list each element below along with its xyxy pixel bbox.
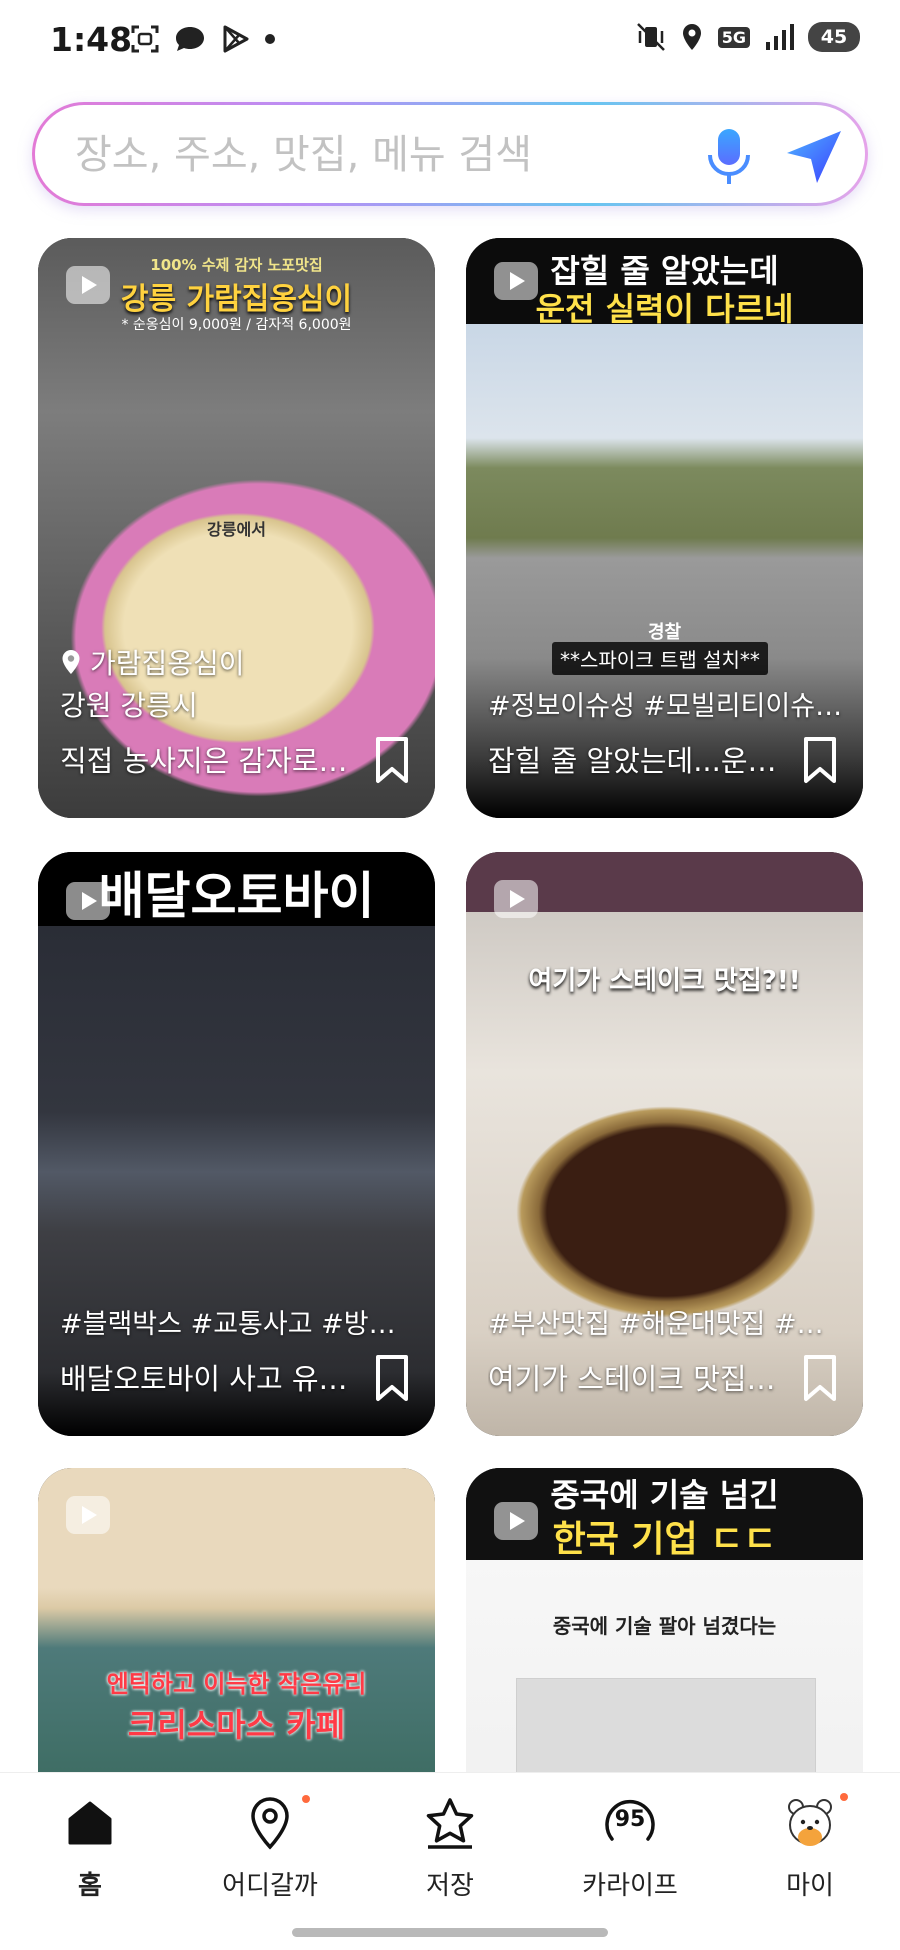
overlay-line-1: 엔틱하고 이늑한 작은유리 — [106, 1670, 367, 1698]
nav-home-label: 홈 — [78, 1871, 102, 1901]
bookmark-icon[interactable] — [375, 1354, 409, 1402]
voice-search-button[interactable] — [699, 125, 759, 189]
card-title: 여기가 스테이크 맛집… — [488, 1362, 776, 1396]
status-time: 1:48 — [50, 20, 133, 59]
video-indicator-icon — [494, 262, 538, 300]
search-input[interactable] — [75, 127, 635, 183]
feed-card-steak[interactable]: 여기가 스테이크 맛집?!! #부산맛집 #해운대맛집 #센… 여기가 스테이크… — [466, 852, 863, 1436]
video-indicator-icon — [66, 882, 110, 920]
more-dot-icon — [265, 34, 275, 44]
bookmark-icon[interactable] — [803, 736, 837, 784]
overlay-tag-2: **스파이크 트랩 설치** — [552, 642, 768, 675]
network-type: 5G — [717, 26, 750, 48]
nav-explore[interactable]: 어디갈까 — [190, 1795, 350, 1902]
video-indicator-icon — [494, 1502, 538, 1540]
location-pin-icon — [242, 1795, 310, 1851]
notification-dot — [840, 1793, 848, 1801]
status-notification-icons — [130, 24, 276, 54]
card-hashtags: #정보이슈성 #모빌리티이슈 … — [488, 691, 848, 722]
home-gesture-bar[interactable] — [292, 1928, 608, 1937]
notification-dot — [302, 1795, 310, 1803]
battery-indicator: 45 — [808, 22, 860, 52]
pin-icon — [62, 650, 80, 674]
overlay-title: 여기가 스테이크 맛집?!! — [528, 966, 801, 996]
card-title: 잡힐 줄 알았는데...운… — [488, 744, 777, 778]
signal-icon — [766, 24, 794, 50]
feed-card-delivery-bike[interactable]: 배달오토바이 #블랙박스 #교통사고 #방어… 배달오토바이 사고 유… — [38, 852, 435, 1436]
card-thumbnail — [466, 852, 863, 1436]
video-indicator-icon — [66, 266, 110, 304]
overlay-tag-1: 경찰 — [647, 622, 682, 643]
nav-saved[interactable]: 저장 — [370, 1795, 530, 1902]
bear-avatar-icon — [782, 1793, 848, 1851]
nav-my[interactable]: 마이 — [730, 1793, 890, 1902]
nav-carlife-label: 카라이프 — [582, 1871, 678, 1901]
card-hashtags: #블랙박스 #교통사고 #방어… — [60, 1309, 410, 1340]
video-indicator-icon — [66, 1496, 110, 1534]
mute-vibrate-icon — [636, 23, 665, 51]
nav-saved-label: 저장 — [426, 1871, 474, 1901]
video-indicator-icon — [494, 880, 538, 918]
status-system-icons: 5G 45 — [636, 22, 860, 52]
navigation-arrow-icon — [787, 131, 841, 183]
bookmark-icon[interactable] — [803, 1354, 837, 1402]
overlay-caption: 중국에 기술 팔아 넘겼다는 — [552, 1614, 777, 1638]
card-title: 직접 농사지은 감자로… — [60, 744, 348, 778]
bookmark-icon[interactable] — [375, 736, 409, 784]
score-badge-icon: 95 — [602, 1795, 658, 1851]
screenshot-icon — [131, 25, 159, 53]
home-icon — [62, 1795, 118, 1851]
card-location: 강원 강릉시 — [60, 689, 198, 722]
microphone-icon — [708, 129, 750, 184]
place-name: 가람집옹심이 — [90, 647, 245, 680]
bottom-navigation: 홈 어디갈까 저장 95 카라이프 마이 — [0, 1772, 900, 1950]
status-bar: 1:48 5G 45 — [0, 0, 900, 84]
overlay-mid-text: 강릉에서 — [207, 520, 266, 539]
nav-my-label: 마이 — [786, 1871, 834, 1901]
card-thumbnail — [38, 852, 435, 1436]
carlife-score: 95 — [614, 1807, 646, 1832]
nav-carlife[interactable]: 95 카라이프 — [550, 1795, 710, 1902]
overlay-line-2: 크리스마스 카페 — [127, 1706, 346, 1744]
nav-explore-label: 어디갈까 — [222, 1871, 318, 1901]
feed-card-spike-trap[interactable]: 잡힐 줄 알았는데 운전 실력이 다르네 경찰 **스파이크 트랩 설치** #… — [466, 238, 863, 818]
overlay-price: * 순옹심이 9,000원 / 감자적 6,000원 — [121, 317, 352, 333]
place-tag[interactable]: 가람집옹심이 — [60, 642, 245, 682]
star-icon — [422, 1795, 478, 1851]
card-title: 배달오토바이 사고 유… — [60, 1362, 348, 1396]
chat-bubble-icon — [176, 27, 204, 51]
navigate-button[interactable] — [779, 125, 849, 189]
nav-home[interactable]: 홈 — [10, 1795, 170, 1902]
play-store-icon — [223, 25, 249, 53]
feed-card-food-gangneung[interactable]: 100% 수제 감자 노포맛집 강릉 가람집옹심이 * 순옹심이 9,000원 … — [38, 238, 435, 818]
card-hashtags: #부산맛집 #해운대맛집 #센… — [488, 1309, 848, 1340]
location-icon — [682, 24, 701, 50]
search-bar[interactable] — [32, 102, 868, 206]
